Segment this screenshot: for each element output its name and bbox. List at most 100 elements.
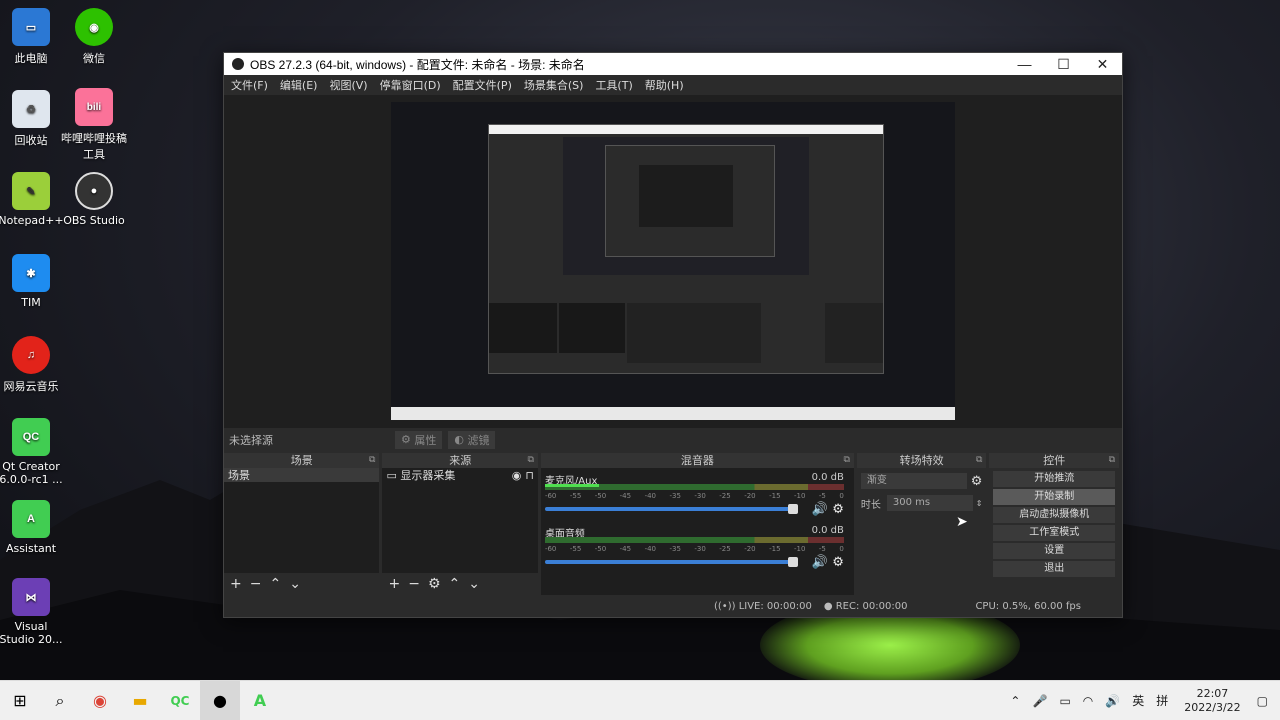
scene-item[interactable]: 场景 <box>224 468 380 482</box>
remove-icon[interactable]: − <box>408 576 420 592</box>
filters-button[interactable]: ◐ 滤镜 <box>448 430 496 449</box>
battery-icon[interactable]: ▭ <box>1059 694 1070 708</box>
add-icon[interactable]: + <box>230 576 242 592</box>
wechat-icon: ◉ <box>75 8 113 46</box>
bilibili-icon: bili <box>75 88 113 126</box>
nested-taskbar <box>391 407 955 420</box>
obs-taskbar-icon[interactable]: ● <box>200 680 240 720</box>
clock[interactable]: 22:07 2022/3/22 <box>1184 687 1240 715</box>
desktop-icon-assistant[interactable]: A Assistant <box>0 500 70 555</box>
undock-icon[interactable]: ⧉ <box>976 453 982 468</box>
properties-button[interactable]: ⚙ 属性 <box>395 430 443 449</box>
duration-input[interactable]: 300 ms <box>886 495 973 511</box>
desktop-icon-tim[interactable]: ✱ TIM <box>0 254 70 309</box>
maximize-button[interactable]: ☐ <box>1044 56 1083 73</box>
input-language[interactable]: 英 <box>1132 692 1144 709</box>
start-recording-button[interactable]: 开始录制 <box>993 489 1115 505</box>
move-up-icon[interactable]: ⌃ <box>449 576 461 592</box>
computer-icon: ▭ <box>12 8 50 46</box>
mixer-channel-mic: 麦克风/Aux 0.0 dB -60 -55 -50 -45 -40 -35 -30 -25-… <box>544 472 844 517</box>
notification-icon[interactable]: ▢ <box>1257 694 1268 708</box>
chrome-icon[interactable]: ◉ <box>80 681 120 720</box>
sources-dock: 来源 ⧉ ▭ 显示器采集 ◉ ⊓ + − ⚙ ⌃ ⌄ <box>382 453 538 595</box>
transition-select[interactable]: 渐变 <box>860 473 967 489</box>
menu-view[interactable]: 视图(V) <box>329 77 367 93</box>
undock-icon[interactable]: ⧉ <box>1109 453 1115 468</box>
studio-mode-button[interactable]: 工作室模式 <box>993 525 1115 541</box>
dock-row: 场景 ⧉ 场景 + − ⌃ ⌄ 来源 ⧉ ▭ 显示器采集 ◉ ⊓ + − ⚙ ⌃… <box>224 453 1122 595</box>
menu-profile[interactable]: 配置文件(P) <box>453 77 512 93</box>
menu-help[interactable]: 帮助(H) <box>645 77 684 93</box>
live-icon: ((•)) <box>714 600 739 612</box>
mixer-title: 混音器 <box>680 454 714 467</box>
tim-icon: ✱ <box>12 254 50 292</box>
desktop-icon-bilibili[interactable]: bili 哔哩哔哩投稿 工具 <box>55 88 133 162</box>
volume-icon[interactable]: 🔊 <box>1105 694 1120 708</box>
obs-icon: ● <box>75 172 113 210</box>
visual-studio-icon: ⋈ <box>12 578 50 616</box>
move-down-icon[interactable]: ⌄ <box>468 576 480 592</box>
undock-icon[interactable]: ⧉ <box>369 453 375 468</box>
wifi-icon[interactable]: ◠ <box>1083 694 1093 708</box>
remove-icon[interactable]: − <box>250 576 262 592</box>
desktop-icon-obs[interactable]: ● OBS Studio <box>55 172 133 227</box>
speaker-icon[interactable]: 🔊 <box>812 555 828 570</box>
assistant-icon[interactable]: A <box>240 681 280 720</box>
menu-edit[interactable]: 编辑(E) <box>280 77 318 93</box>
undock-icon[interactable]: ⧉ <box>843 453 849 468</box>
settings-button[interactable]: 设置 <box>993 543 1115 559</box>
menu-file[interactable]: 文件(F) <box>231 77 268 93</box>
chevron-up-icon[interactable]: ⌃ <box>1010 694 1020 708</box>
volume-meter <box>544 484 844 490</box>
desktop-icon-netease-music[interactable]: ♫ 网易云音乐 <box>0 336 70 394</box>
move-down-icon[interactable]: ⌄ <box>289 576 301 592</box>
lock-icon[interactable]: ⊓ <box>525 469 534 482</box>
gear-icon[interactable]: ⚙ <box>971 474 983 489</box>
start-button[interactable]: ⊞ <box>0 681 40 720</box>
spinner-icon[interactable]: ⇕ <box>976 499 983 508</box>
close-button[interactable]: ✕ <box>1083 56 1122 73</box>
undock-icon[interactable]: ⧉ <box>528 453 534 468</box>
controls-title: 控件 <box>1043 454 1066 467</box>
menu-docks[interactable]: 停靠窗口(D) <box>380 77 441 93</box>
no-source-label: 未选择源 <box>229 433 273 447</box>
mouse-cursor-icon: ➤ <box>956 514 968 530</box>
live-status: LIVE: 00:00:00 <box>738 600 812 612</box>
desktop-icon-qt-creator[interactable]: QC Qt Creator 6.0.0-rc1 ... <box>0 418 70 486</box>
start-streaming-button[interactable]: 开始推流 <box>993 471 1115 487</box>
move-up-icon[interactable]: ⌃ <box>269 576 281 592</box>
desktop-icon-visual-studio[interactable]: ⋈ Visual Studio 20... <box>0 578 70 646</box>
start-virtual-camera-button[interactable]: 启动虚拟摄像机 <box>993 507 1115 523</box>
gear-icon[interactable]: ⚙ <box>832 502 844 517</box>
menu-scene-collection[interactable]: 场景集合(S) <box>524 77 584 93</box>
gear-icon[interactable]: ⚙ <box>832 555 844 570</box>
netease-music-icon: ♫ <box>12 336 50 374</box>
microphone-icon[interactable]: 🎤 <box>1032 694 1047 708</box>
preview-canvas[interactable] <box>391 102 955 420</box>
exit-button[interactable]: 退出 <box>993 561 1115 577</box>
volume-slider[interactable] <box>544 557 798 567</box>
controls-dock: 控件 ⧉ 开始推流 开始录制 启动虚拟摄像机 工作室模式 设置 退出 <box>989 453 1119 595</box>
scenes-dock: 场景 ⧉ 场景 + − ⌃ ⌄ <box>224 453 380 595</box>
monitor-icon: ▭ <box>386 468 401 482</box>
cpu-status: CPU: 0.5%, 60.00 fps <box>975 600 1081 612</box>
recycle-bin-icon: ♻ <box>12 90 50 128</box>
title-bar[interactable]: OBS 27.2.3 (64-bit, windows) - 配置文件: 未命名… <box>224 53 1122 75</box>
minimize-button[interactable]: — <box>1005 56 1044 72</box>
mixer-dock: 混音器 ⧉ 麦克风/Aux 0.0 dB -60 -55 -50 -45 -40 -35 -3… <box>540 453 854 595</box>
menu-tools[interactable]: 工具(T) <box>595 77 632 93</box>
qt-creator-icon[interactable]: QC <box>160 681 200 720</box>
speaker-icon[interactable]: 🔊 <box>812 502 828 517</box>
mixer-channel-desktop: 桌面音频 0.0 dB -60 -55 -50 -45 -40 -35 -30 -25 -20-… <box>544 525 844 570</box>
search-icon[interactable]: ⌕ <box>40 681 80 720</box>
add-icon[interactable]: + <box>388 576 400 592</box>
ime-mode[interactable]: 拼 <box>1156 692 1168 709</box>
gear-icon[interactable]: ⚙ <box>428 576 441 592</box>
file-explorer-icon[interactable]: ▬ <box>120 681 160 720</box>
volume-meter <box>544 537 844 543</box>
source-item[interactable]: ▭ 显示器采集 ◉ ⊓ <box>382 468 537 483</box>
eye-icon[interactable]: ◉ <box>512 469 522 482</box>
source-toolbar: 未选择源 ⚙ 属性 ◐ 滤镜 <box>224 428 1122 451</box>
desktop-icon-wechat[interactable]: ◉ 微信 <box>55 8 133 66</box>
volume-slider[interactable] <box>544 504 798 514</box>
